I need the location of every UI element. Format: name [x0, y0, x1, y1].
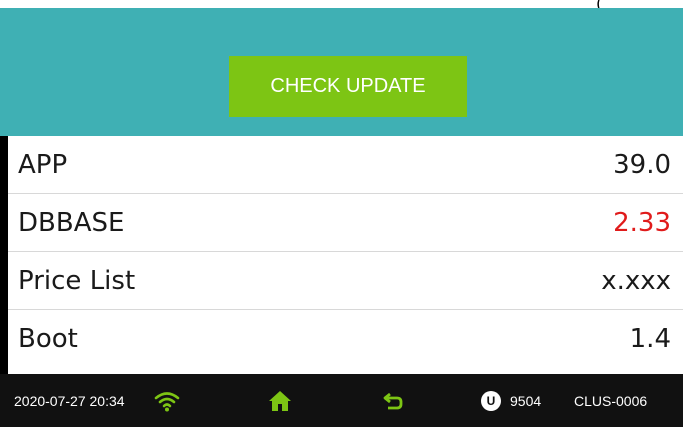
dbbase-value: 2.33 — [613, 207, 671, 238]
back-icon[interactable] — [382, 374, 404, 427]
check-update-button[interactable]: CHECK UPDATE — [229, 56, 467, 117]
version-row-boot: Boot 1.4 — [8, 310, 683, 368]
status-bar: 2020-07-27 20:34 U 9504 CLUS-0006 — [0, 374, 683, 427]
version-row-price-list: Price List x.xxx — [8, 252, 683, 310]
dbbase-label: DBBASE — [18, 207, 125, 238]
screen: ( CHECK UPDATE APP 39.0 DBBASE 2.33 Pric… — [0, 0, 683, 427]
header-panel: CHECK UPDATE — [0, 8, 683, 136]
user-badge: U — [481, 390, 501, 411]
top-strip — [0, 0, 683, 8]
price-list-value: x.xxx — [601, 265, 671, 296]
boot-value: 1.4 — [629, 324, 671, 354]
version-row-dbbase: DBBASE 2.33 — [8, 194, 683, 252]
datetime-text: 2020-07-27 20:34 — [14, 392, 125, 409]
app-value: 39.0 — [613, 149, 671, 180]
user-icon: U — [481, 374, 501, 427]
version-row-app: APP 39.0 — [8, 136, 683, 194]
version-list: APP 39.0 DBBASE 2.33 Price List x.xxx Bo… — [8, 136, 683, 368]
app-label: APP — [18, 149, 68, 180]
boot-label: Boot — [18, 324, 78, 354]
left-edge-bar — [0, 136, 8, 374]
price-list-label: Price List — [18, 265, 136, 296]
device-id-text: CLUS-0006 — [574, 392, 648, 409]
home-icon[interactable] — [268, 374, 292, 427]
wifi-icon — [154, 374, 180, 427]
user-id-text: 9504 — [510, 392, 542, 409]
